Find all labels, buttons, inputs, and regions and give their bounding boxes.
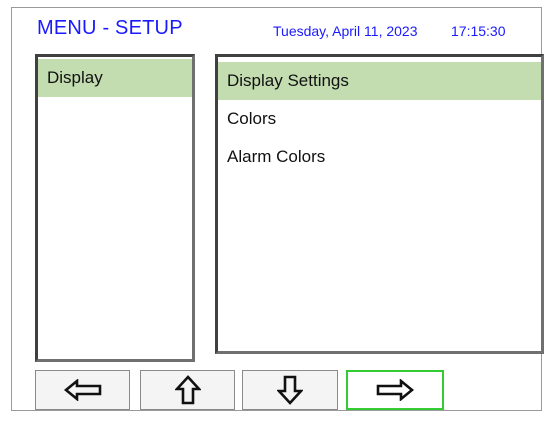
date-display: Tuesday, April 11, 2023	[273, 23, 418, 39]
back-button[interactable]	[35, 370, 130, 410]
category-item-label: Display	[47, 68, 103, 87]
arrow-up-icon	[174, 375, 201, 405]
down-button[interactable]	[242, 370, 338, 410]
submenu-item-label: Display Settings	[227, 71, 349, 90]
arrow-down-icon	[277, 375, 303, 405]
category-item-display[interactable]: Display	[38, 59, 192, 97]
arrow-right-icon	[376, 379, 414, 401]
submenu-item-label: Colors	[227, 109, 277, 128]
submenu-item-alarm-colors[interactable]: Alarm Colors	[218, 138, 541, 176]
page-title: MENU - SETUP	[37, 17, 183, 39]
up-button[interactable]	[140, 370, 235, 410]
submenu-list: Display Settings Colors Alarm Colors	[215, 54, 544, 354]
submenu-item-label: Alarm Colors	[227, 147, 326, 166]
setup-screen: MENU - SETUP Tuesday, April 11, 2023 17:…	[11, 7, 544, 411]
submenu-item-display-settings[interactable]: Display Settings	[218, 62, 541, 100]
enter-button[interactable]	[346, 370, 444, 410]
arrow-left-icon	[63, 379, 101, 401]
category-list: Display	[35, 54, 195, 362]
time-display: 17:15:30	[451, 23, 506, 39]
submenu-item-colors[interactable]: Colors	[218, 100, 541, 138]
